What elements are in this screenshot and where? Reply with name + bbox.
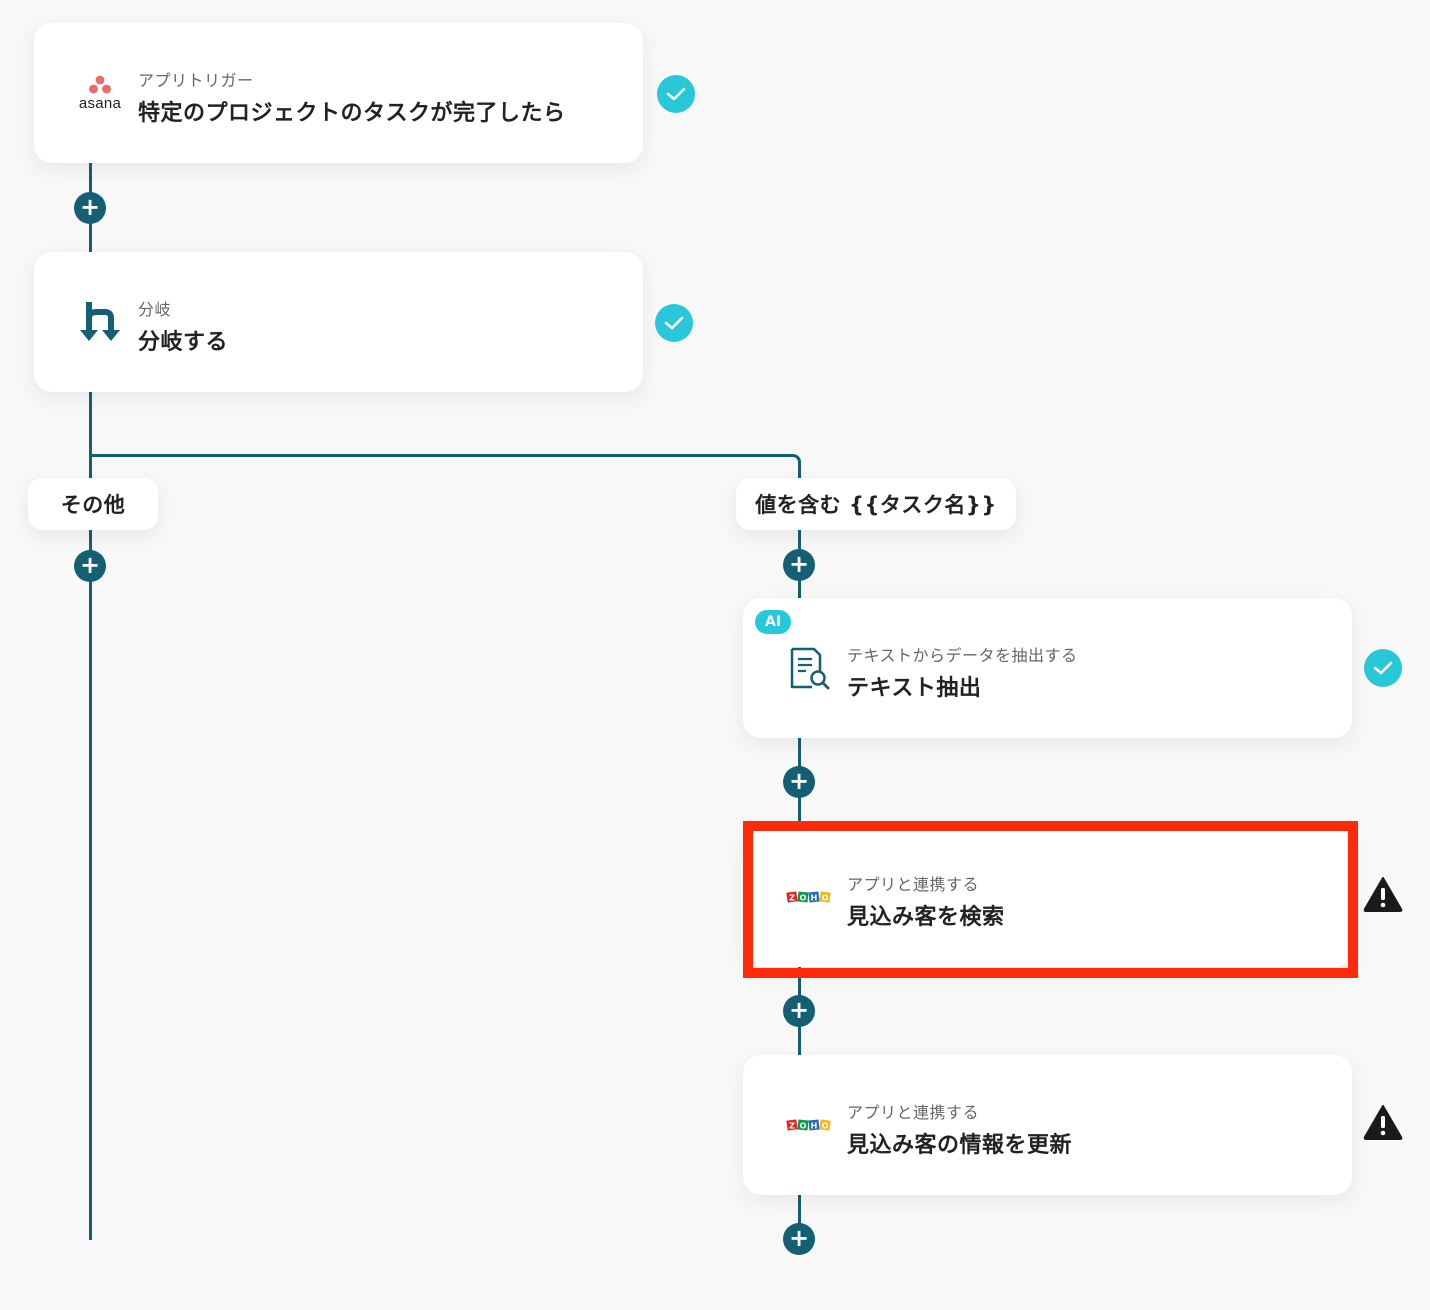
document-search-icon — [773, 638, 845, 698]
branch-icon — [64, 292, 136, 352]
zoho-logo-icon: Z O H O — [773, 1095, 845, 1155]
add-step-button-1[interactable]: + — [74, 192, 106, 224]
search-lead-title: 見込み客を検索 — [847, 905, 1005, 930]
branch-check-icon — [655, 304, 693, 342]
search-lead-warning-icon — [1363, 877, 1403, 912]
extract-card[interactable]: AI テキストからデータを抽出する テキスト抽出 — [743, 598, 1352, 738]
svg-text:O: O — [822, 1122, 829, 1131]
asana-logo-text: asana — [78, 94, 122, 112]
ai-badge: AI — [755, 610, 792, 634]
svg-text:Z: Z — [789, 894, 795, 903]
add-step-button-left[interactable]: + — [74, 550, 106, 582]
add-step-button-2[interactable]: + — [783, 549, 815, 581]
update-lead-subtitle: アプリと連携する — [847, 1103, 980, 1122]
update-lead-card[interactable]: Z O H O アプリと連携する 見込み客の情報を更新 — [743, 1055, 1352, 1195]
extract-check-icon — [1364, 649, 1402, 687]
update-lead-title: 見込み客の情報を更新 — [847, 1133, 1073, 1158]
trigger-title: 特定のプロジェクトのタスクが完了したら — [138, 101, 566, 126]
branch-card[interactable]: 分岐 分岐する — [34, 252, 643, 392]
svg-text:H: H — [811, 894, 818, 903]
add-step-button-3[interactable]: + — [783, 766, 815, 798]
add-step-button-5[interactable]: + — [783, 1223, 815, 1255]
trigger-check-icon — [657, 75, 695, 113]
svg-text:O: O — [822, 894, 829, 903]
asana-logo-icon: asana — [64, 63, 136, 123]
branch-label-contains[interactable]: 値を含む {{タスク名}} — [736, 478, 1016, 530]
svg-text:Z: Z — [789, 1122, 795, 1131]
zoho-logo-icon: Z O H O — [773, 867, 845, 927]
trigger-subtitle: アプリトリガー — [138, 71, 254, 90]
extract-subtitle: テキストからデータを抽出する — [847, 646, 1078, 665]
branch-label-other[interactable]: その他 — [28, 478, 158, 530]
add-step-button-4[interactable]: + — [783, 995, 815, 1027]
svg-text:O: O — [800, 894, 807, 903]
branch-title: 分岐する — [138, 330, 229, 355]
extract-title: テキスト抽出 — [847, 676, 982, 701]
trigger-card[interactable]: asana アプリトリガー 特定のプロジェクトのタスクが完了したら — [34, 23, 643, 163]
search-lead-card[interactable]: Z O H O アプリと連携する 見込み客を検索 — [743, 827, 1352, 967]
branch-subtitle: 分岐 — [138, 300, 172, 319]
search-lead-subtitle: アプリと連携する — [847, 875, 980, 894]
svg-text:O: O — [800, 1122, 807, 1131]
flow-line-branch-horizontal — [89, 454, 793, 457]
svg-text:H: H — [811, 1122, 818, 1131]
update-lead-warning-icon — [1363, 1105, 1403, 1140]
